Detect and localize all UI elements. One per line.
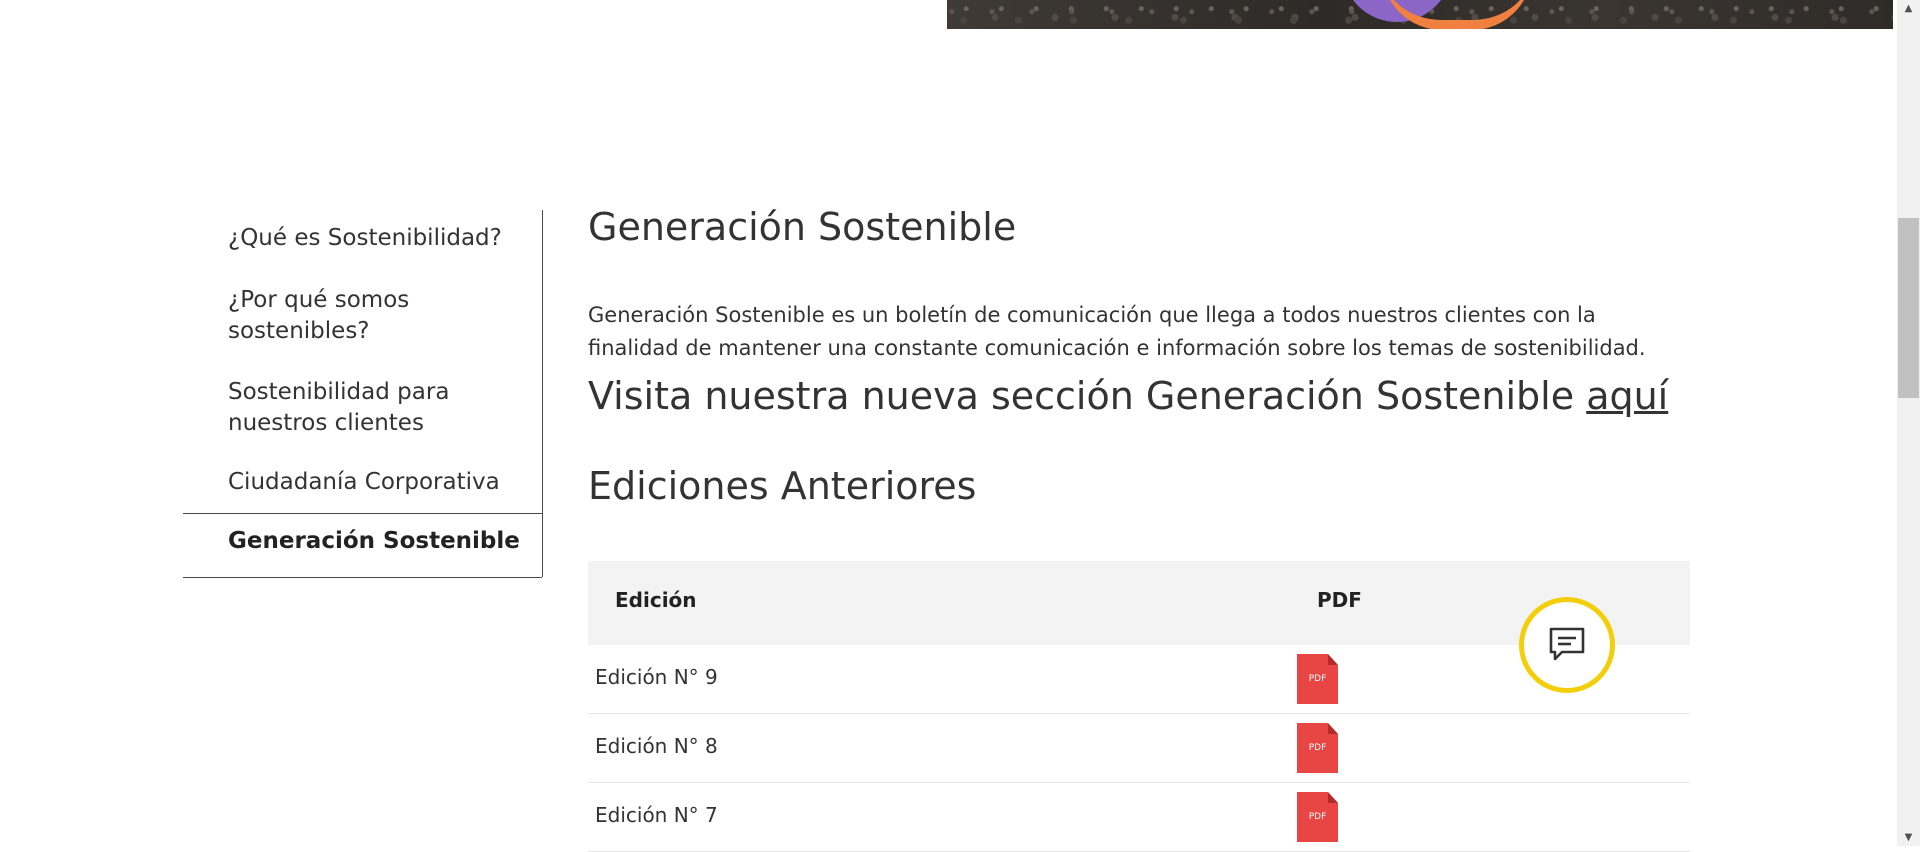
pdf-file-icon[interactable]: PDF (1297, 654, 1338, 704)
pdf-icon-label: PDF (1308, 674, 1327, 684)
aqui-link[interactable]: aquí (1586, 374, 1668, 418)
pdf-file-icon[interactable]: PDF (1297, 792, 1338, 842)
description-text: Generación Sostenible es un boletín de c… (588, 303, 1646, 360)
visit-text: Visita nuestra nueva sección Generación … (588, 374, 1587, 418)
table-row: Edición N° 7 PDF (588, 783, 1690, 852)
sidebar-nav: ¿Qué es Sostenibilidad? ¿Por qué somos s… (183, 210, 543, 578)
pdf-file-icon[interactable]: PDF (1297, 723, 1338, 773)
sidebar-item-por-que-somos-sostenibles[interactable]: ¿Por qué somos sostenibles? (228, 285, 518, 347)
visit-section-text: Visita nuestra nueva sección Generación … (588, 374, 1668, 418)
edition-label: Edición N° 9 (595, 665, 718, 689)
sidebar-item-sostenibilidad-clientes[interactable]: Sostenibilidad para nuestros clientes (228, 377, 518, 439)
sidebar-item-que-es-sostenibilidad[interactable]: ¿Qué es Sostenibilidad? (228, 223, 518, 254)
pdf-icon-label: PDF (1308, 812, 1327, 822)
header-edicion: Edición (615, 588, 697, 612)
sidebar-item-label: Generación Sostenible (228, 528, 520, 554)
sidebar-item-generacion-sostenible[interactable]: Generación Sostenible (183, 513, 542, 578)
sidebar-item-ciudadania-corporativa[interactable]: Ciudadanía Corporativa (228, 467, 518, 498)
scrollbar-track[interactable] (1897, 0, 1920, 846)
edition-label: Edición N° 7 (595, 803, 718, 827)
editions-table: Edición PDF Edición N° 9 PDF Edición N° … (588, 561, 1690, 852)
table-row: Edición N° 8 PDF (588, 714, 1690, 783)
editions-title: Ediciones Anteriores (588, 464, 977, 508)
hero-image (947, 0, 1893, 29)
pdf-icon-label: PDF (1308, 743, 1327, 753)
scroll-down-icon[interactable]: ▼ (1900, 829, 1917, 846)
page-title: Generación Sostenible (588, 205, 1017, 249)
chat-bubble-icon (1549, 627, 1585, 661)
edition-label: Edición N° 8 (595, 734, 718, 758)
chat-button[interactable] (1519, 597, 1615, 693)
scroll-up-icon[interactable]: ▲ (1900, 0, 1917, 17)
scrollbar-thumb[interactable] (1898, 218, 1919, 398)
header-pdf: PDF (1317, 588, 1362, 612)
